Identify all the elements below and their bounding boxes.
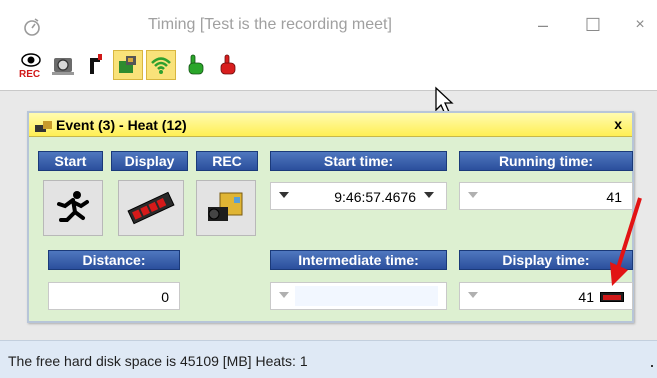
start-time-field[interactable]: 9:46:57.4676: [270, 182, 447, 210]
timing-window: Timing [Test is the recording meet] – ☐ …: [0, 0, 657, 378]
rec-header: REC: [196, 151, 258, 171]
rec-camera-button[interactable]: [196, 180, 256, 236]
start-time-value: 9:46:57.4676: [334, 189, 416, 205]
rec-eye-icon: REC: [19, 53, 41, 79]
start-time-header: Start time:: [270, 151, 447, 171]
green-hand-icon: [188, 54, 204, 75]
wireless-icon: [151, 57, 171, 74]
hand-signal-icon: [119, 56, 136, 73]
event-icon: [35, 119, 53, 137]
intermediate-time-dropdown-icon[interactable]: [279, 292, 289, 298]
intermediate-time-value: [295, 286, 438, 306]
red-arrow-annotation-icon: [610, 197, 642, 286]
runner-icon: [57, 191, 89, 222]
running-time-dropdown-icon[interactable]: [468, 192, 478, 198]
start-time-dropdown-right-icon[interactable]: [424, 192, 434, 198]
intermediate-time-field[interactable]: [270, 282, 447, 310]
hand-signal-button[interactable]: [113, 50, 143, 80]
event-panel-close-button[interactable]: x: [614, 116, 622, 132]
rec-eye-button[interactable]: REC: [16, 50, 46, 80]
distance-field[interactable]: 0: [48, 282, 180, 310]
red-hand-icon: [220, 54, 236, 75]
display-time-value: 41: [578, 289, 594, 305]
start-time-dropdown-left-icon[interactable]: [279, 192, 289, 198]
title-bar: Timing [Test is the recording meet] – ☐ …: [0, 0, 657, 44]
green-hand-button[interactable]: [181, 50, 211, 80]
start-button[interactable]: [43, 180, 103, 236]
distance-value: 0: [161, 289, 169, 305]
display-header: Display: [111, 151, 188, 171]
video-camera-icon: [208, 192, 243, 221]
svg-text:REC: REC: [19, 69, 40, 79]
event-panel-title: Event (3) - Heat (12): [56, 117, 187, 133]
window-title: Timing [Test is the recording meet]: [148, 16, 392, 33]
event-panel-header[interactable]: Event (3) - Heat (12) x: [29, 113, 632, 137]
maximize-button[interactable]: ☐: [578, 12, 608, 38]
toolbar: REC: [0, 44, 657, 90]
stopwatch-icon: [22, 17, 42, 37]
red-hand-button[interactable]: [213, 50, 243, 80]
wireless-button[interactable]: [146, 50, 176, 80]
display-time-dropdown-icon[interactable]: [468, 292, 478, 298]
intermediate-time-header: Intermediate time:: [270, 250, 447, 270]
close-button[interactable]: ×: [625, 12, 655, 38]
running-time-header: Running time:: [459, 151, 633, 171]
start-gun-button[interactable]: [80, 50, 110, 80]
resize-grip[interactable]: [651, 365, 653, 367]
led-display-icon: [127, 191, 175, 225]
led-indicator-icon: [600, 292, 624, 302]
status-bar: The free hard disk space is 45109 [MB] H…: [0, 340, 657, 378]
start-gun-icon: [90, 54, 102, 74]
camera-icon: [52, 58, 74, 75]
status-text: The free hard disk space is 45109 [MB] H…: [8, 353, 308, 369]
display-button[interactable]: [118, 180, 184, 236]
start-header: Start: [38, 151, 103, 171]
camera-button[interactable]: [48, 50, 78, 80]
minimize-button[interactable]: –: [528, 12, 558, 38]
distance-header: Distance:: [48, 250, 180, 270]
